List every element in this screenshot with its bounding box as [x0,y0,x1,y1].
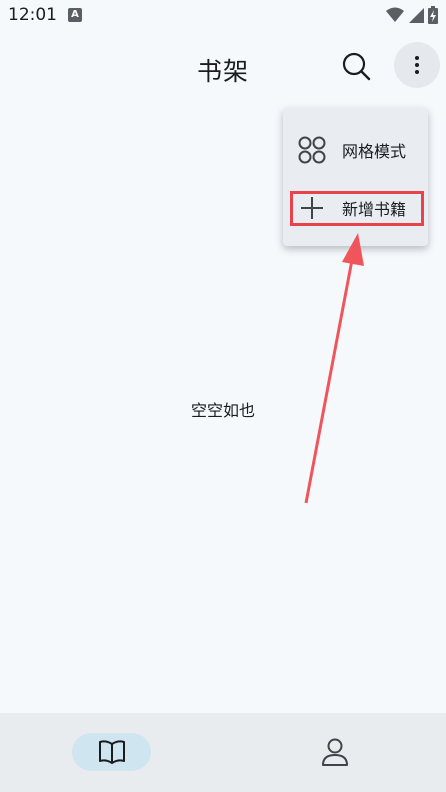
highlight-box [290,191,424,226]
status-time: 12:01 [8,5,57,25]
empty-state-text: 空空如也 [190,401,255,420]
grid-icon [297,135,327,165]
top-app-bar: 书架 [0,32,446,100]
person-icon [322,738,348,766]
search-icon [342,52,371,81]
battery-icon [428,6,438,24]
more-options-button[interactable] [394,42,440,88]
notification-app-icon: A [68,8,82,22]
status-bar: 12:01 A [0,0,446,32]
status-icons [386,6,438,24]
bottom-navigation [0,713,446,792]
app-screen: 12:01 A 书架 空空如也 网格模式 新增书籍 [0,0,446,792]
nav-profile-tab[interactable] [313,733,357,771]
menu-item-label: 网格模式 [342,142,407,161]
page-title: 书架 [196,57,249,86]
book-icon [98,740,125,764]
more-vert-icon [415,56,419,74]
menu-item-grid-mode[interactable]: 网格模式 [283,126,428,174]
nav-bookshelf-tab[interactable] [72,733,151,771]
wifi-icon [386,7,404,22]
search-button[interactable] [334,44,378,88]
signal-icon [409,8,424,23]
